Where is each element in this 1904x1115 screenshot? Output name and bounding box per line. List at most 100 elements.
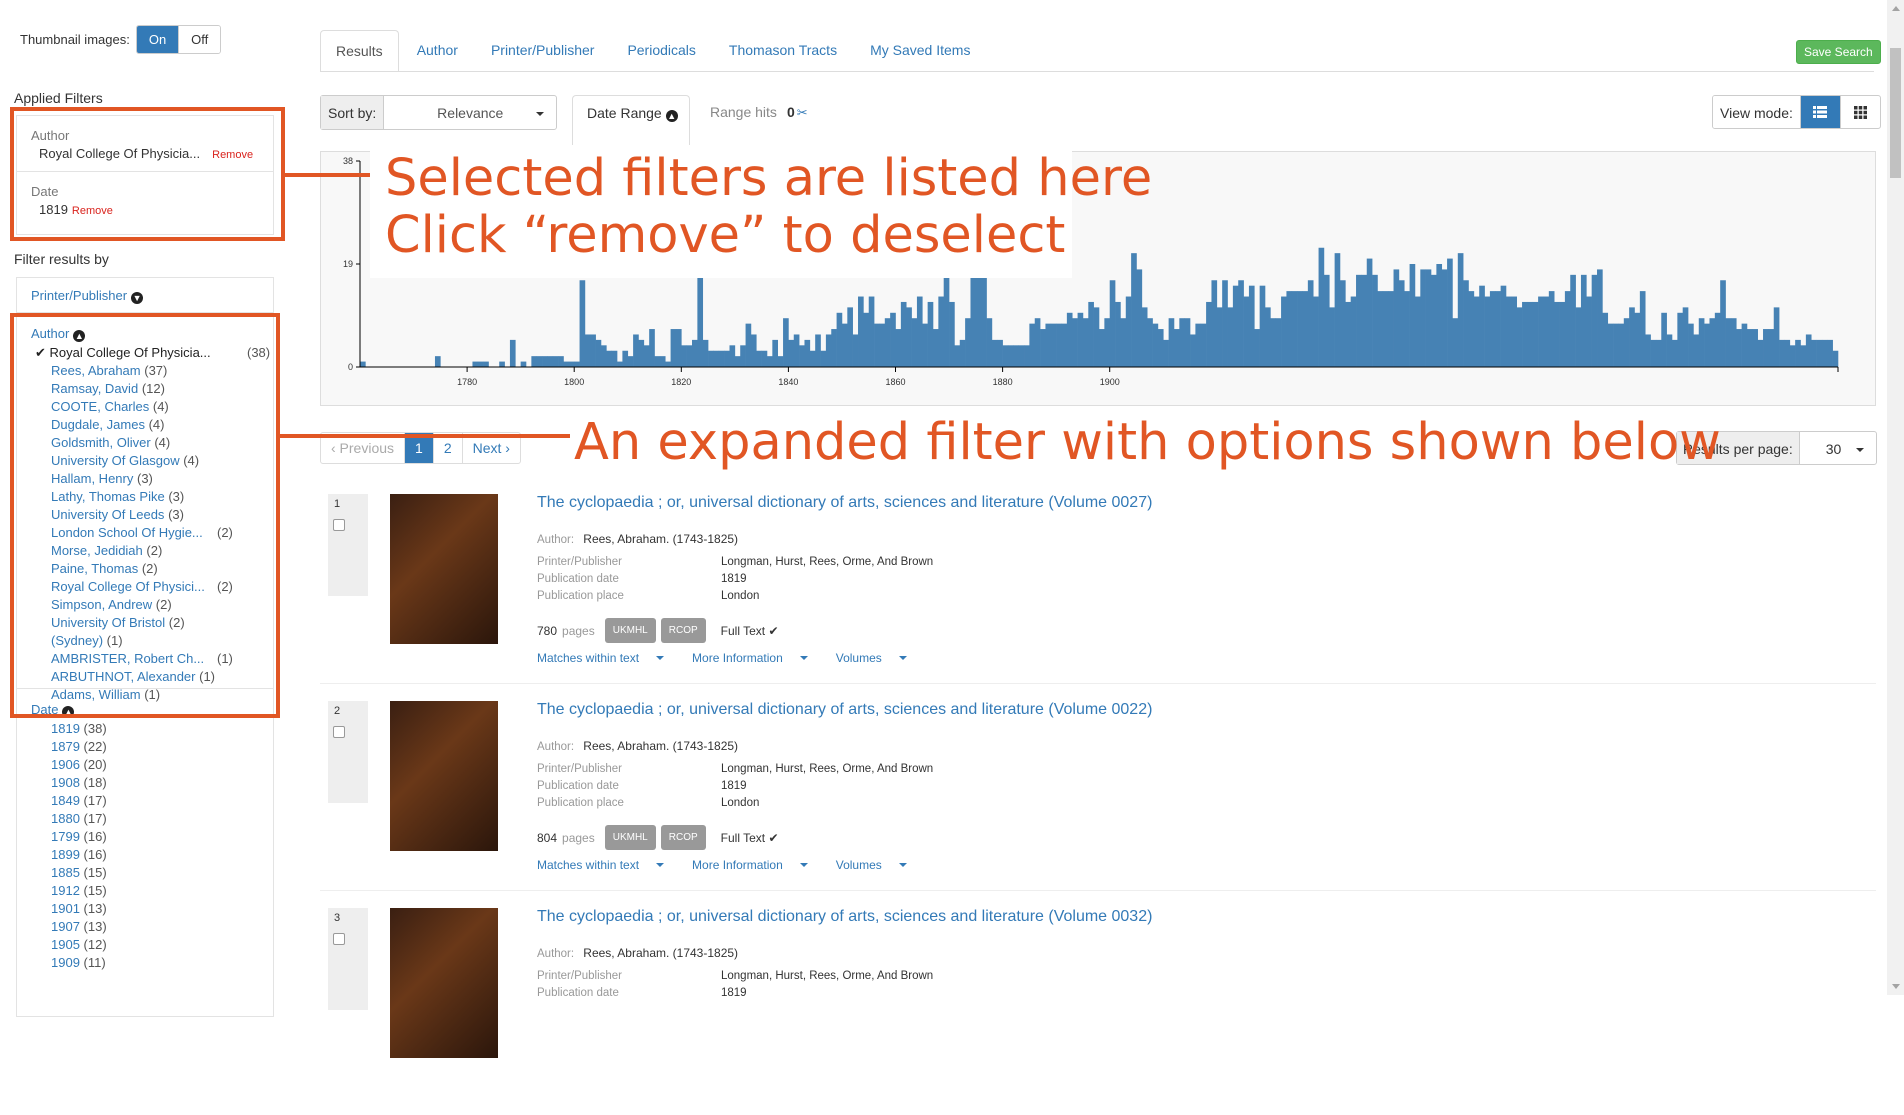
collection-badge-ukmhl[interactable]: UKMHL	[604, 825, 656, 850]
histogram-bar	[911, 318, 918, 367]
histogram-bar	[1655, 339, 1662, 367]
histogram-bar	[874, 323, 880, 367]
collection-badge-rcop[interactable]: RCOP	[660, 825, 706, 850]
date-option[interactable]: 1909 (11)	[51, 954, 106, 972]
volumes-dropdown[interactable]: Volumes	[836, 651, 921, 665]
thumbnail-on-button[interactable]: On	[136, 26, 179, 53]
histogram-bar	[788, 339, 795, 367]
histogram-bar	[600, 345, 607, 367]
book-cover-thumbnail[interactable]	[390, 494, 498, 644]
date-option[interactable]: 1819 (38)	[51, 720, 107, 738]
tab-periodicals[interactable]: Periodicals	[612, 30, 710, 72]
result-separator	[320, 890, 1876, 891]
list-view-button[interactable]	[1799, 96, 1840, 128]
thumbnail-off-button[interactable]: Off	[178, 26, 221, 53]
date-option[interactable]: 1906 (20)	[51, 756, 107, 774]
result-title-link[interactable]: The cyclopaedia ; or, universal dictiona…	[537, 701, 1152, 719]
collection-badge-rcop[interactable]: RCOP	[660, 618, 706, 643]
author-filter-highlight	[10, 313, 280, 718]
histogram-bar	[1211, 280, 1218, 367]
tab-my-saved-items[interactable]: My Saved Items	[855, 30, 985, 72]
expanded-filter-callout: An expanded filter with options shown be…	[574, 413, 1721, 472]
histogram-bar	[1414, 296, 1421, 367]
date-option[interactable]: 1907 (13)	[51, 918, 107, 936]
grid-view-button[interactable]	[1839, 96, 1880, 128]
histogram-bar	[1447, 258, 1453, 367]
scroll-down-arrow[interactable]	[1892, 984, 1900, 989]
date-option[interactable]: 1880 (17)	[51, 810, 107, 828]
publication-date-value: 1819	[721, 987, 747, 999]
matches-within-text-dropdown[interactable]: Matches within text	[537, 858, 678, 872]
result-title-link[interactable]: The cyclopaedia ; or, universal dictiona…	[537, 494, 1152, 512]
collection-badge-ukmhl[interactable]: UKMHL	[604, 618, 656, 643]
date-option[interactable]: 1901 (13)	[51, 900, 107, 918]
more-information-dropdown[interactable]: More Information	[692, 858, 822, 872]
scroll-up-arrow[interactable]	[1892, 6, 1900, 11]
histogram-bar	[1704, 323, 1710, 367]
tab-results[interactable]: Results	[320, 30, 399, 72]
histogram-bar	[1184, 318, 1191, 367]
date-option[interactable]: 1905 (12)	[51, 936, 107, 954]
histogram-bar	[724, 350, 730, 367]
sort-select[interactable]: Relevance	[384, 96, 556, 129]
page-scrollbar[interactable]	[1887, 0, 1904, 995]
histogram-bar	[1607, 323, 1614, 367]
histogram-bar	[1141, 307, 1148, 367]
publication-place-label: Publication place	[537, 590, 624, 602]
option-count: (38)	[83, 721, 107, 736]
histogram-bar	[1661, 312, 1667, 367]
histogram-bar	[783, 318, 789, 367]
book-cover-thumbnail[interactable]	[390, 908, 498, 1058]
result-select-checkbox[interactable]	[333, 933, 345, 945]
more-information-dropdown[interactable]: More Information	[692, 651, 822, 665]
date-option[interactable]: 1908 (18)	[51, 774, 107, 792]
date-option[interactable]: 1885 (15)	[51, 864, 107, 882]
histogram-bar	[654, 356, 661, 367]
histogram-bar	[777, 356, 784, 367]
histogram-bar	[1650, 339, 1657, 367]
date-option[interactable]: 1879 (22)	[51, 738, 107, 756]
histogram-bar	[1093, 307, 1100, 367]
histogram-bar	[643, 345, 650, 367]
range-hits-label: Range hits	[710, 104, 777, 120]
histogram-bar	[1222, 280, 1228, 367]
result-author-row: Author: Rees, Abraham. (1743-1825)	[537, 739, 738, 753]
date-option[interactable]: 1899 (16)	[51, 846, 107, 864]
result-number: 1	[334, 498, 341, 510]
histogram-bar	[1500, 285, 1507, 367]
volumes-dropdown[interactable]: Volumes	[836, 858, 921, 872]
view-mode-control: View mode:	[1712, 95, 1881, 129]
date-option[interactable]: 1912 (15)	[51, 882, 107, 900]
scissors-icon[interactable]: ✂	[797, 105, 808, 120]
date-option[interactable]: 1799 (16)	[51, 828, 107, 846]
result-select-checkbox[interactable]	[333, 519, 345, 531]
histogram-bar	[1168, 318, 1175, 367]
result-title-link[interactable]: The cyclopaedia ; or, universal dictiona…	[537, 908, 1152, 926]
book-cover-thumbnail[interactable]	[390, 701, 498, 851]
histogram-bar	[606, 350, 612, 367]
histogram-bar	[590, 334, 596, 367]
results-per-page-select[interactable]: 30	[1800, 432, 1876, 464]
date-range-tab[interactable]: Date Range ▲	[572, 95, 690, 145]
histogram-bar	[1784, 339, 1791, 367]
histogram-bar	[686, 345, 693, 367]
caret-down-icon	[898, 656, 907, 660]
option-name: 1849	[51, 793, 80, 808]
result-select-checkbox[interactable]	[333, 726, 345, 738]
tab-printer-publisher[interactable]: Printer/Publisher	[476, 30, 610, 72]
tab-thomason-tracts[interactable]: Thomason Tracts	[714, 30, 852, 72]
histogram-bar	[1543, 296, 1550, 367]
save-search-button[interactable]: Save Search	[1796, 40, 1881, 64]
scrollbar-thumb[interactable]	[1890, 48, 1901, 178]
histogram-bar	[745, 323, 752, 367]
histogram-bar	[665, 361, 671, 367]
histogram-bar	[520, 361, 527, 367]
tab-author[interactable]: Author	[402, 30, 473, 72]
histogram-bar	[1752, 329, 1758, 367]
histogram-bar	[831, 329, 837, 367]
histogram-bar	[360, 361, 366, 367]
range-hits: Range hits 0 ✂	[710, 104, 808, 121]
matches-within-text-dropdown[interactable]: Matches within text	[537, 651, 678, 665]
filter-group-printer-publisher[interactable]: Printer/Publisher ▼	[31, 288, 144, 304]
date-option[interactable]: 1849 (17)	[51, 792, 107, 810]
